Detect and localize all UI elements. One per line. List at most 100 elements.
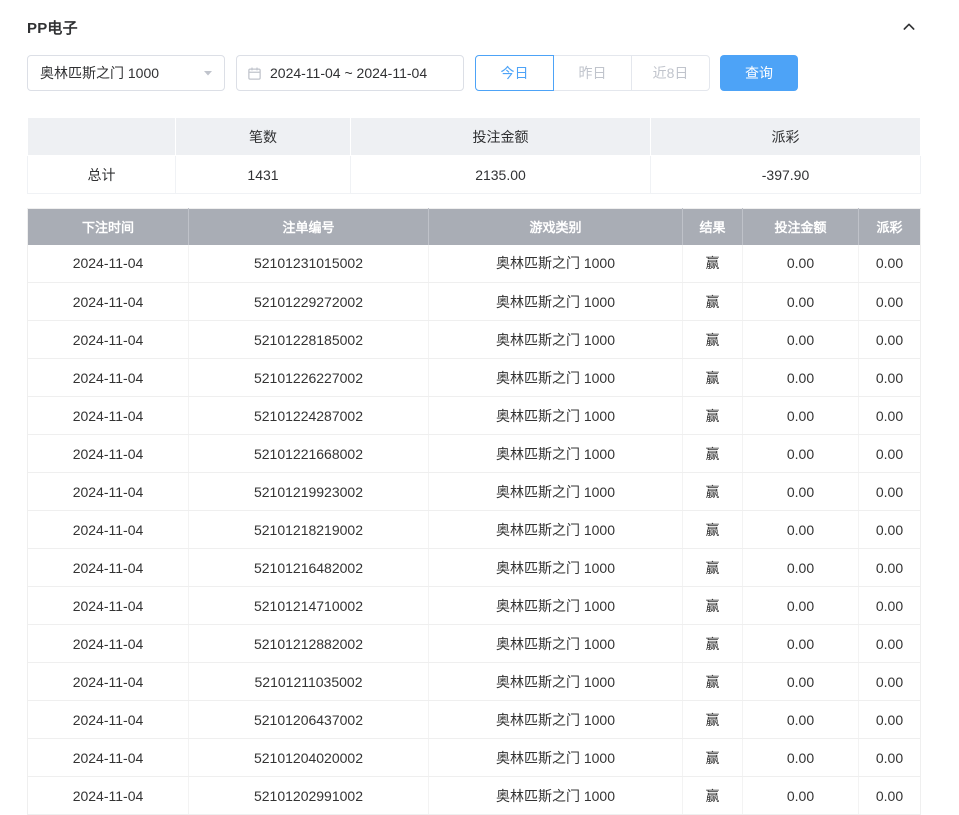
cell-bet-time: 2024-11-04 — [28, 739, 189, 777]
table-row: 2024-11-04 52101206437002 奥林匹斯之门 1000 赢 … — [28, 701, 921, 739]
bets-header-bet-amount: 投注金额 — [743, 209, 859, 245]
summary-header-count: 笔数 — [176, 118, 351, 156]
bets-header-game-type: 游戏类别 — [429, 209, 683, 245]
table-row: 2024-11-04 52101231015002 奥林匹斯之门 1000 赢 … — [28, 245, 921, 283]
cell-game-type: 奥林匹斯之门 1000 — [429, 435, 683, 473]
cell-game-type: 奥林匹斯之门 1000 — [429, 511, 683, 549]
cell-result: 赢 — [683, 739, 743, 777]
cell-payout: 0.00 — [859, 245, 921, 283]
cell-bet-amount: 0.00 — [743, 321, 859, 359]
yesterday-button[interactable]: 昨日 — [553, 55, 632, 91]
cell-bet-time: 2024-11-04 — [28, 663, 189, 701]
cell-result: 赢 — [683, 511, 743, 549]
pp-electronic-panel: PP电子 奥林匹斯之门 1000 — [0, 0, 932, 815]
bets-header-result: 结果 — [683, 209, 743, 245]
summary-header-blank — [28, 118, 176, 156]
cell-bet-amount: 0.00 — [743, 777, 859, 815]
cell-order-id: 52101212882002 — [189, 625, 429, 663]
cell-game-type: 奥林匹斯之门 1000 — [429, 359, 683, 397]
cell-payout: 0.00 — [859, 435, 921, 473]
cell-payout: 0.00 — [859, 701, 921, 739]
today-button[interactable]: 今日 — [475, 55, 554, 91]
cell-result: 赢 — [683, 435, 743, 473]
bets-table: 下注时间 注单编号 游戏类别 结果 投注金额 派彩 2024-11-04 521… — [27, 208, 921, 815]
table-row: 2024-11-04 52101216482002 奥林匹斯之门 1000 赢 … — [28, 549, 921, 587]
date-range-input[interactable]: 2024-11-04 ~ 2024-11-04 — [236, 55, 464, 91]
cell-order-id: 52101214710002 — [189, 587, 429, 625]
cell-payout: 0.00 — [859, 397, 921, 435]
table-row: 2024-11-04 52101229272002 奥林匹斯之门 1000 赢 … — [28, 283, 921, 321]
cell-result: 赢 — [683, 625, 743, 663]
cell-bet-amount: 0.00 — [743, 549, 859, 587]
cell-game-type: 奥林匹斯之门 1000 — [429, 587, 683, 625]
search-button[interactable]: 查询 — [720, 55, 798, 91]
cell-result: 赢 — [683, 473, 743, 511]
cell-result: 赢 — [683, 359, 743, 397]
cell-game-type: 奥林匹斯之门 1000 — [429, 663, 683, 701]
bets-header-order-id: 注单编号 — [189, 209, 429, 245]
game-select[interactable]: 奥林匹斯之门 1000 — [27, 55, 225, 91]
cell-order-id: 52101229272002 — [189, 283, 429, 321]
cell-order-id: 52101218219002 — [189, 511, 429, 549]
summary-header-bet-amount: 投注金额 — [351, 118, 651, 156]
cell-bet-amount: 0.00 — [743, 511, 859, 549]
cell-payout: 0.00 — [859, 549, 921, 587]
cell-result: 赢 — [683, 701, 743, 739]
cell-bet-amount: 0.00 — [743, 435, 859, 473]
table-row: 2024-11-04 52101224287002 奥林匹斯之门 1000 赢 … — [28, 397, 921, 435]
cell-payout: 0.00 — [859, 283, 921, 321]
last-8-days-button[interactable]: 近8日 — [631, 55, 710, 91]
bets-header-row: 下注时间 注单编号 游戏类别 结果 投注金额 派彩 — [28, 209, 921, 245]
cell-bet-time: 2024-11-04 — [28, 625, 189, 663]
table-row: 2024-11-04 52101228185002 奥林匹斯之门 1000 赢 … — [28, 321, 921, 359]
cell-payout: 0.00 — [859, 663, 921, 701]
collapse-chevron-up-icon[interactable] — [898, 16, 920, 38]
cell-bet-time: 2024-11-04 — [28, 321, 189, 359]
date-range-value: 2024-11-04 ~ 2024-11-04 — [270, 65, 427, 81]
cell-payout: 0.00 — [859, 359, 921, 397]
quick-date-button-group: 今日 昨日 近8日 — [475, 55, 710, 91]
cell-bet-time: 2024-11-04 — [28, 549, 189, 587]
cell-bet-amount: 0.00 — [743, 663, 859, 701]
cell-payout: 0.00 — [859, 473, 921, 511]
cell-bet-time: 2024-11-04 — [28, 587, 189, 625]
summary-bet-amount-value: 2135.00 — [351, 156, 651, 194]
cell-order-id: 52101221668002 — [189, 435, 429, 473]
cell-order-id: 52101231015002 — [189, 245, 429, 283]
summary-header-payout: 派彩 — [651, 118, 921, 156]
cell-result: 赢 — [683, 321, 743, 359]
summary-count-value: 1431 — [176, 156, 351, 194]
cell-order-id: 52101224287002 — [189, 397, 429, 435]
cell-bet-amount: 0.00 — [743, 397, 859, 435]
bets-table-body: 2024-11-04 52101231015002 奥林匹斯之门 1000 赢 … — [28, 245, 921, 815]
cell-order-id: 52101211035002 — [189, 663, 429, 701]
cell-order-id: 52101216482002 — [189, 549, 429, 587]
cell-game-type: 奥林匹斯之门 1000 — [429, 473, 683, 511]
cell-bet-amount: 0.00 — [743, 283, 859, 321]
table-row: 2024-11-04 52101202991002 奥林匹斯之门 1000 赢 … — [28, 777, 921, 815]
table-row: 2024-11-04 52101221668002 奥林匹斯之门 1000 赢 … — [28, 435, 921, 473]
cell-bet-time: 2024-11-04 — [28, 359, 189, 397]
cell-game-type: 奥林匹斯之门 1000 — [429, 283, 683, 321]
cell-order-id: 52101206437002 — [189, 701, 429, 739]
cell-bet-amount: 0.00 — [743, 701, 859, 739]
bets-header-bet-time: 下注时间 — [28, 209, 189, 245]
cell-game-type: 奥林匹斯之门 1000 — [429, 321, 683, 359]
cell-payout: 0.00 — [859, 511, 921, 549]
cell-bet-time: 2024-11-04 — [28, 397, 189, 435]
cell-order-id: 52101228185002 — [189, 321, 429, 359]
cell-payout: 0.00 — [859, 321, 921, 359]
cell-order-id: 52101202991002 — [189, 777, 429, 815]
cell-result: 赢 — [683, 397, 743, 435]
cell-game-type: 奥林匹斯之门 1000 — [429, 625, 683, 663]
summary-payout-value: -397.90 — [651, 156, 921, 194]
panel-title: PP电子 — [27, 17, 78, 38]
cell-game-type: 奥林匹斯之门 1000 — [429, 397, 683, 435]
table-row: 2024-11-04 52101212882002 奥林匹斯之门 1000 赢 … — [28, 625, 921, 663]
cell-order-id: 52101219923002 — [189, 473, 429, 511]
cell-result: 赢 — [683, 777, 743, 815]
cell-bet-time: 2024-11-04 — [28, 245, 189, 283]
summary-total-row: 总计 1431 2135.00 -397.90 — [28, 156, 921, 194]
table-row: 2024-11-04 52101226227002 奥林匹斯之门 1000 赢 … — [28, 359, 921, 397]
summary-header-row: 笔数 投注金额 派彩 — [28, 118, 921, 156]
